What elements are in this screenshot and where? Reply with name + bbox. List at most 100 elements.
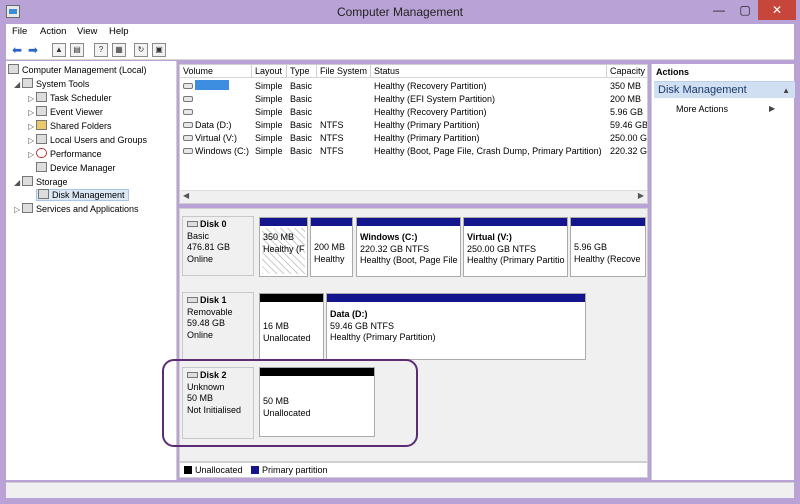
cell-layout: Simple [255, 133, 283, 143]
chevron-right-icon[interactable]: ▷ [28, 92, 36, 105]
disk-icon [187, 221, 198, 227]
cell-layout: Simple [255, 146, 283, 156]
minimize-button[interactable]: — [706, 0, 732, 20]
tree-item-device-manager[interactable]: Device Manager [36, 162, 116, 175]
cell-file-system: NTFS [320, 133, 344, 143]
cell-capacity: 59.46 GB [610, 120, 648, 130]
chevron-right-icon[interactable]: ▷ [28, 106, 36, 119]
back-arrow-icon[interactable]: ⬅ [10, 43, 24, 57]
partition-type-bar [571, 218, 645, 226]
cell-layout: Simple [255, 81, 283, 91]
partition-disk1-data-d[interactable]: Data (D:) 59.46 GB NTFS Healthy (Primary… [326, 293, 586, 360]
cell-status: Healthy (EFI System Partition) [374, 94, 496, 104]
computer-management-window: Computer Management — ▢ ✕ File Action Vi… [0, 0, 800, 504]
volume-list: Volume Layout Type File System Status Ca… [179, 64, 648, 204]
redacted-volume-name [195, 80, 229, 90]
column-header-volume[interactable]: Volume [180, 65, 252, 78]
partition-type-bar [327, 294, 585, 302]
column-header-capacity[interactable]: Capacity [607, 65, 647, 78]
disk-2-highlight-annotation [162, 359, 418, 447]
cell-status: Healthy (Recovery Partition) [374, 81, 487, 91]
disk-size: 59.48 GB [187, 318, 226, 328]
partition-disk0-recovery-350mb[interactable]: 350 MB Healthy (F [259, 217, 308, 277]
scroll-right-icon[interactable]: ▶ [638, 191, 644, 200]
show-hide-tree-icon[interactable]: ▤ [70, 43, 84, 57]
cell-status: Healthy (Primary Partition) [374, 133, 480, 143]
actions-section-disk-management[interactable]: Disk Management ▲ [654, 81, 795, 98]
chevron-right-icon[interactable]: ▷ [14, 203, 22, 216]
window-title: Computer Management [336, 5, 464, 19]
disk-state: Online [187, 329, 214, 340]
cell-status: Healthy (Boot, Page File, Crash Dump, Pr… [374, 146, 602, 156]
tree-selection[interactable]: Disk Management [36, 189, 129, 201]
partition-disk0-virtual-v[interactable]: Virtual (V:) 250.00 GB NTFS Healthy (Pri… [463, 217, 568, 277]
close-button[interactable]: ✕ [758, 0, 796, 20]
tree-item-performance[interactable]: ▷ Performance [28, 148, 102, 161]
volume-icon [183, 148, 193, 154]
maximize-button[interactable]: ▢ [732, 0, 758, 20]
partition-disk0-recovery-5gb[interactable]: 5.96 GB Healthy (Recove [570, 217, 646, 277]
properties-icon[interactable]: ▣ [152, 43, 166, 57]
title-bar: Computer Management — ▢ ✕ [0, 0, 800, 24]
refresh-icon[interactable]: ↻ [134, 43, 148, 57]
chevron-right-icon[interactable]: ▷ [28, 134, 36, 147]
chevron-down-icon[interactable]: ◢ [14, 176, 22, 189]
cell-status: Healthy (Recovery Partition) [374, 107, 487, 117]
scroll-left-icon[interactable]: ◀ [183, 191, 189, 200]
cell-file-system: NTFS [320, 146, 344, 156]
unallocated-swatch [184, 466, 192, 474]
tree-item-storage[interactable]: ◢ Storage [14, 176, 68, 189]
event-log-icon [36, 106, 47, 116]
tree-item-system-tools[interactable]: ◢ System Tools [14, 78, 89, 91]
menu-action[interactable]: Action [40, 26, 66, 37]
primary-swatch [251, 466, 260, 474]
services-icon [22, 203, 33, 213]
tree-item-services[interactable]: ▷ Services and Applications [14, 203, 139, 216]
disk-1-label[interactable]: Disk 1 Removable 59.48 GB Online [182, 292, 254, 361]
column-header-type[interactable]: Type [287, 65, 317, 78]
disk-size: 476.81 GB [187, 242, 231, 252]
help-icon[interactable]: ? [94, 43, 108, 57]
cell-type: Basic [290, 133, 313, 143]
menu-view[interactable]: View [77, 26, 97, 37]
tree-item-task-scheduler[interactable]: ▷ Task Scheduler [28, 92, 112, 105]
chevron-right-icon[interactable]: ▷ [28, 148, 36, 161]
disk-state: Online [187, 253, 214, 264]
cell-file-system: NTFS [320, 120, 344, 130]
forward-arrow-icon[interactable]: ➡ [26, 43, 40, 57]
partition-text: 5.96 GB Healthy (Recove [574, 242, 641, 264]
volume-icon [183, 96, 193, 102]
partition-disk0-efi-200mb[interactable]: 200 MB Healthy [310, 217, 353, 277]
cell-type: Basic [290, 107, 313, 117]
cell-capacity: 250.00 GE [610, 133, 648, 143]
chevron-down-icon[interactable]: ◢ [14, 78, 22, 91]
cell-layout: Simple [255, 107, 283, 117]
more-actions-link[interactable]: More Actions ▶ [676, 104, 775, 114]
menu-bar: File Action View Help [6, 24, 794, 40]
collapse-up-icon[interactable]: ▲ [782, 82, 790, 99]
shared-folder-icon [36, 120, 47, 130]
column-header-layout[interactable]: Layout [252, 65, 287, 78]
chevron-right-icon[interactable]: ▷ [28, 120, 36, 133]
console-tree: Computer Management (Local) ◢ System Tool… [6, 61, 177, 480]
cell-file-system [317, 80, 371, 93]
tree-item-event-viewer[interactable]: ▷ Event Viewer [28, 106, 103, 119]
action-pane-icon[interactable]: ▦ [112, 43, 126, 57]
cell-type: Basic [290, 146, 313, 156]
partition-disk1-unallocated[interactable]: 16 MB Unallocated [259, 293, 324, 360]
column-header-status[interactable]: Status [371, 65, 607, 78]
tree-item-local-users[interactable]: ▷ Local Users and Groups [28, 134, 147, 147]
horizontal-scrollbar[interactable]: ◀ ▶ [180, 190, 647, 203]
menu-help[interactable]: Help [109, 26, 129, 37]
partition-disk0-windows-c[interactable]: Windows (C:) 220.32 GB NTFS Healthy (Boo… [356, 217, 461, 277]
column-header-file-system[interactable]: File System [317, 65, 371, 78]
disk-0-label[interactable]: Disk 0 Basic 476.81 GB Online [182, 216, 254, 276]
partition-text: Windows (C:) 220.32 GB NTFS Healthy (Boo… [360, 232, 458, 265]
tree-item-root[interactable]: Computer Management (Local) [8, 64, 147, 77]
tree-item-disk-management[interactable]: Disk Management [36, 189, 129, 202]
legend: Unallocated Primary partition [179, 462, 648, 478]
menu-file[interactable]: File [12, 26, 27, 37]
tree-item-shared-folders[interactable]: ▷ Shared Folders [28, 120, 112, 133]
cell-file-system [317, 93, 371, 106]
up-folder-icon[interactable]: ▲ [52, 43, 66, 57]
